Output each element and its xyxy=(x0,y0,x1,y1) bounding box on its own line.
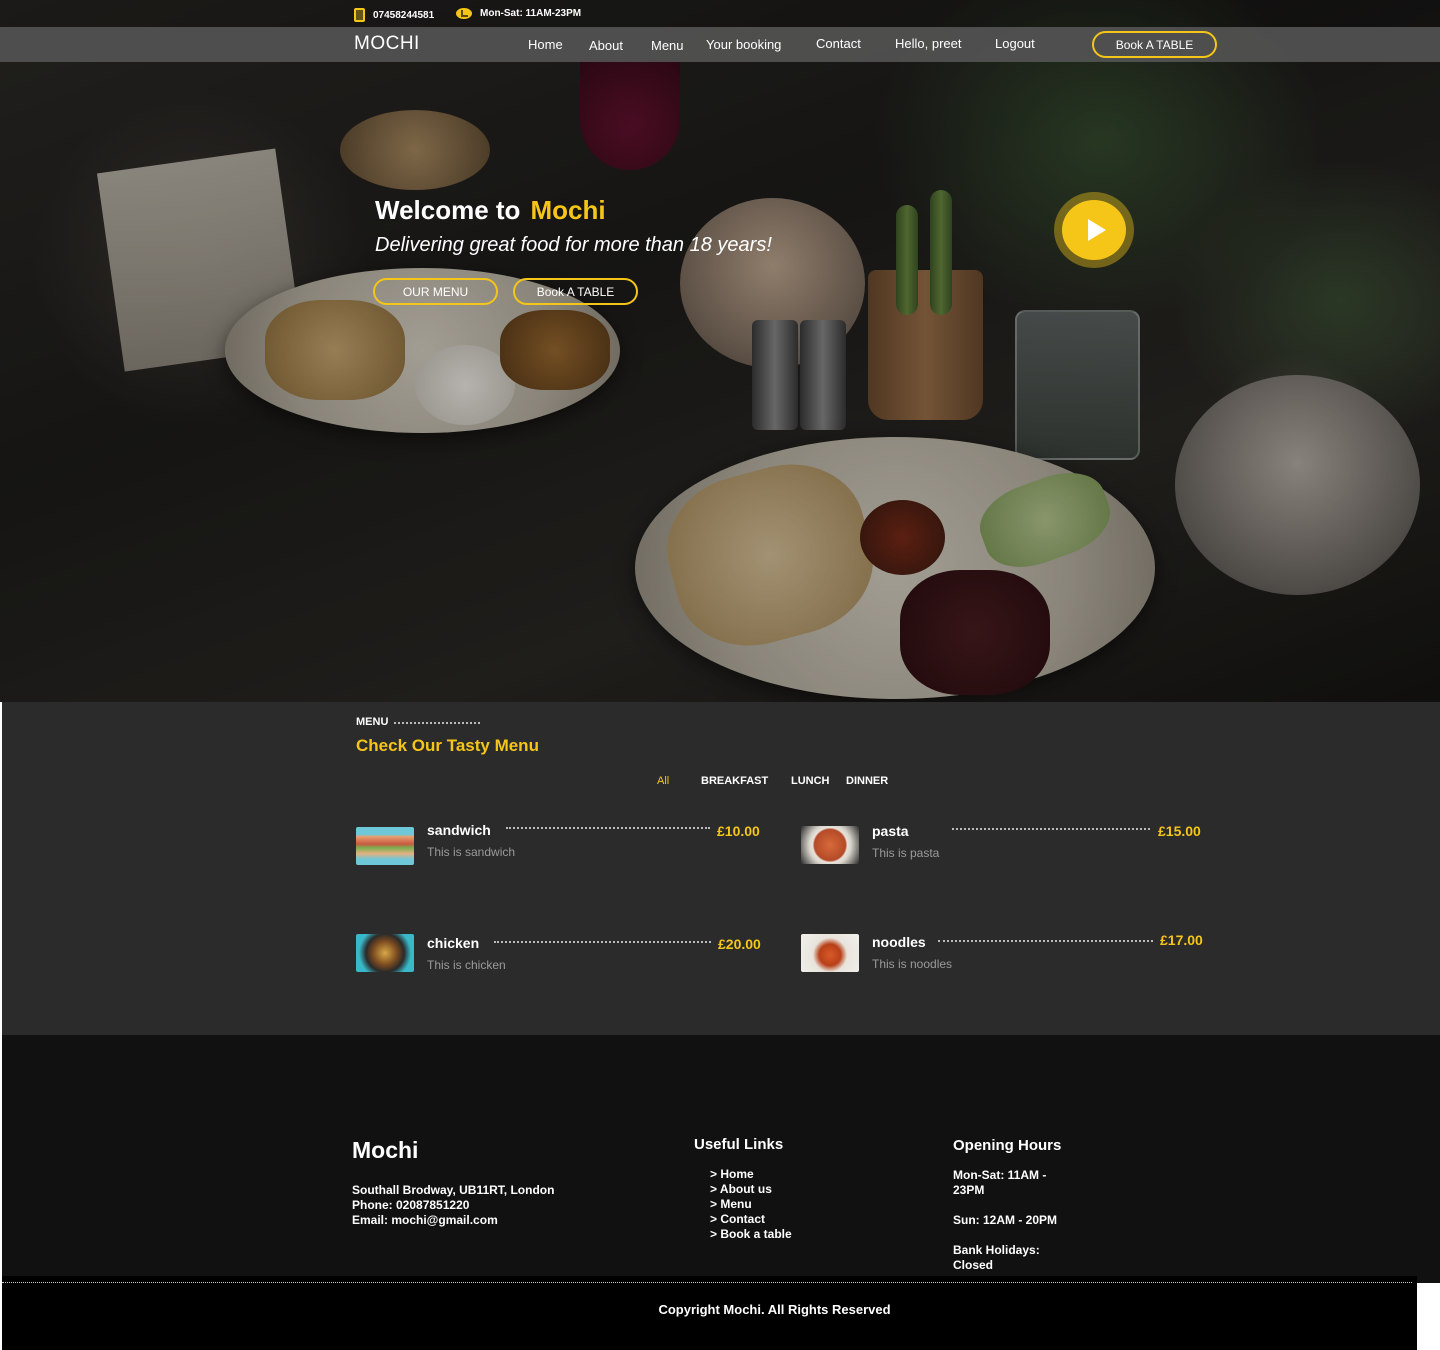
chicken-image[interactable] xyxy=(356,934,414,972)
menu-item-desc: This is chicken xyxy=(427,958,506,972)
footer-brand: Mochi xyxy=(352,1137,419,1163)
menu-label-text: MENU xyxy=(356,716,389,728)
hero-welcome-prefix: Welcome to xyxy=(375,195,521,225)
menu-section: MENU Check Our Tasty Menu All BREAKFAST … xyxy=(2,702,1440,1035)
menu-item-dots xyxy=(952,828,1150,830)
menu-section-label: MENU xyxy=(356,716,481,728)
play-button-inner xyxy=(1062,200,1126,260)
hero-section: 07458244581 Mon-Sat: 11AM-23PM MOCHI Hom… xyxy=(0,0,1440,702)
footer: Mochi Southall Brodway, UB11RT, London P… xyxy=(2,1035,1440,1283)
filter-lunch[interactable]: LUNCH xyxy=(791,775,830,787)
menu-item-name: pasta xyxy=(872,823,909,839)
play-icon xyxy=(1088,219,1106,241)
footer-link-contact[interactable]: > Contact xyxy=(710,1212,792,1227)
footer-link-about[interactable]: > About us xyxy=(710,1182,792,1197)
our-menu-button[interactable]: OUR MENU xyxy=(373,278,498,305)
copyright-bar: Copyright Mochi. All Rights Reserved xyxy=(2,1276,1417,1350)
nav-about[interactable]: About xyxy=(589,38,623,53)
menu-item-price: £17.00 xyxy=(1160,932,1203,948)
top-info-bar: 07458244581 Mon-Sat: 11AM-23PM xyxy=(0,0,1440,27)
top-phone: 07458244581 xyxy=(354,8,434,22)
hero-brand: Mochi xyxy=(530,195,606,225)
footer-link-book[interactable]: > Book a table xyxy=(710,1227,792,1242)
nav-logout[interactable]: Logout xyxy=(995,36,1035,51)
hero-overlay xyxy=(0,0,1440,702)
footer-email: Email: mochi@gmail.com xyxy=(352,1213,498,1227)
copyright-text: Copyright Mochi. All Rights Reserved xyxy=(658,1302,891,1317)
menu-item-dots xyxy=(506,827,710,829)
book-table-nav-button[interactable]: Book A TABLE xyxy=(1092,31,1217,58)
menu-item-price: £10.00 xyxy=(717,823,760,839)
footer-hours-holidays: Bank Holidays: Closed xyxy=(953,1243,1040,1272)
book-table-hero-button[interactable]: Book A TABLE xyxy=(513,278,638,305)
menu-item-dots xyxy=(938,940,1153,942)
filter-all[interactable]: All xyxy=(657,775,669,787)
footer-link-home[interactable]: > Home xyxy=(710,1167,792,1182)
nav-home[interactable]: Home xyxy=(528,37,563,52)
footer-links: > Home > About us > Menu > Contact > Boo… xyxy=(710,1167,792,1242)
nav-your-booking[interactable]: Your booking xyxy=(706,37,781,52)
menu-item-name: sandwich xyxy=(427,822,491,838)
menu-heading: Check Our Tasty Menu xyxy=(356,736,539,755)
top-hours-text: Mon-Sat: 11AM-23PM xyxy=(480,8,582,19)
menu-item-desc: This is sandwich xyxy=(427,845,516,859)
filter-dinner[interactable]: DINNER xyxy=(846,775,888,787)
menu-item-dots xyxy=(494,941,711,943)
pasta-image[interactable] xyxy=(801,826,859,864)
menu-item-name: chicken xyxy=(427,935,480,951)
hero-tagline: Delivering great food for more than 18 y… xyxy=(375,234,772,256)
navbar: MOCHI Home About Menu Your booking Conta… xyxy=(0,27,1440,62)
menu-item-name: noodles xyxy=(872,934,926,950)
clock-icon xyxy=(456,8,472,19)
menu-item-price: £20.00 xyxy=(718,936,761,952)
noodles-image[interactable] xyxy=(801,934,859,972)
nav-user-greeting[interactable]: Hello, preet xyxy=(895,36,961,51)
footer-hours-weekday: Mon-Sat: 11AM - 23PM xyxy=(953,1168,1047,1197)
top-hours: Mon-Sat: 11AM-23PM xyxy=(456,8,581,19)
menu-item-desc: This is noodles xyxy=(872,957,953,971)
filter-breakfast[interactable]: BREAKFAST xyxy=(701,775,768,787)
nav-contact[interactable]: Contact xyxy=(816,36,861,51)
logo[interactable]: MOCHI xyxy=(354,33,420,55)
hero-welcome: Welcome to Mochi xyxy=(375,195,606,226)
phone-icon xyxy=(354,8,365,22)
nav-menu[interactable]: Menu xyxy=(651,38,684,53)
footer-hours-sunday: Sun: 12AM - 20PM xyxy=(953,1213,1058,1227)
sandwich-image[interactable] xyxy=(356,827,414,865)
footer-links-heading: Useful Links xyxy=(694,1136,784,1153)
footer-address: Southall Brodway, UB11RT, London xyxy=(352,1183,555,1197)
top-phone-number: 07458244581 xyxy=(373,9,435,21)
footer-hours: Mon-Sat: 11AM - 23PM Sun: 12AM - 20PM Ba… xyxy=(953,1168,1068,1288)
footer-contact: Southall Brodway, UB11RT, London Phone: … xyxy=(352,1183,554,1228)
menu-label-dots xyxy=(394,722,481,724)
copyright-divider xyxy=(2,1282,1412,1283)
menu-item-price: £15.00 xyxy=(1158,823,1201,839)
footer-hours-heading: Opening Hours xyxy=(953,1137,1062,1154)
footer-phone: Phone: 02087851220 xyxy=(352,1198,470,1212)
menu-item-desc: This is pasta xyxy=(872,846,940,860)
footer-link-menu[interactable]: > Menu xyxy=(710,1197,792,1212)
play-video-button[interactable] xyxy=(1054,192,1134,268)
